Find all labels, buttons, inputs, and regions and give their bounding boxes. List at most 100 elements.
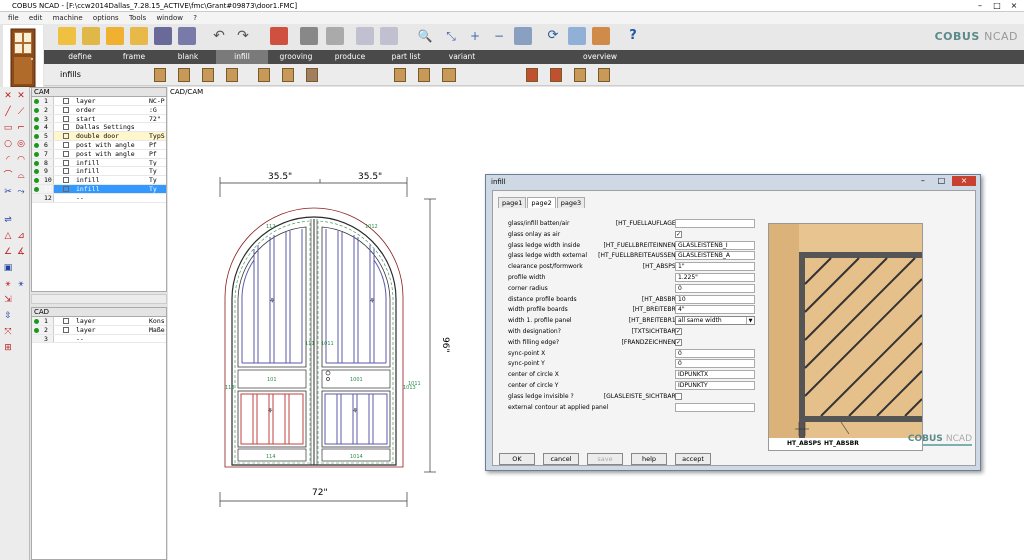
help-button[interactable]: help	[631, 453, 667, 465]
minimize-button[interactable]: –	[972, 0, 988, 11]
zoom-in-icon[interactable]: +	[466, 27, 484, 45]
measure-icon[interactable]: △	[3, 231, 13, 241]
infill-vertical2-icon[interactable]	[178, 68, 190, 82]
cam-tree-row[interactable]: 10 infill Ty	[32, 176, 166, 185]
infill-frame-icon[interactable]	[574, 68, 586, 82]
status-dot-icon[interactable]	[34, 160, 39, 166]
ok-button[interactable]: OK	[499, 453, 535, 465]
cam-tree-row[interactable]: 7 post with angle Pf	[32, 149, 166, 159]
cad-tree-row[interactable]: 2 layer Maße	[32, 325, 166, 335]
cam-tree-row[interactable]: 4 Dallas Settings	[32, 123, 166, 133]
node-icon[interactable]: ⚹	[3, 279, 13, 289]
save-icon[interactable]	[154, 27, 172, 45]
menu-file[interactable]: file	[8, 12, 19, 24]
angle2-icon[interactable]: ∡	[16, 247, 26, 257]
tools-icon[interactable]	[270, 27, 288, 45]
status-dot-icon[interactable]	[34, 186, 39, 192]
cam-scrollbar[interactable]	[31, 294, 167, 304]
folder-edit-icon[interactable]	[130, 27, 148, 45]
cancel-button[interactable]: cancel	[543, 453, 579, 465]
infill-stack-icon[interactable]	[442, 68, 456, 82]
status-dot-icon[interactable]	[34, 142, 39, 148]
rotate-left-icon[interactable]	[356, 27, 374, 45]
node2-icon[interactable]: ⚹	[16, 279, 26, 289]
scale-icon[interactable]: ⇲	[3, 295, 13, 305]
menu-help[interactable]: ?	[193, 12, 197, 24]
circle-center-icon[interactable]: ◎	[16, 139, 26, 149]
tab-part-list[interactable]: part list	[378, 50, 434, 64]
field-checkbox[interactable]: ✓	[675, 338, 682, 346]
help-icon[interactable]: ?	[624, 27, 642, 45]
line-icon[interactable]: ╱	[3, 107, 13, 117]
infill-numbered-icon[interactable]	[282, 68, 294, 82]
menu-tools[interactable]: Tools	[129, 12, 146, 24]
status-dot-icon[interactable]	[34, 107, 39, 113]
angle-icon[interactable]: ∠	[3, 247, 13, 257]
cam-tree-row[interactable]: 12 --	[32, 193, 166, 203]
field-checkbox[interactable]: ✓	[675, 327, 682, 335]
field-input[interactable]: 4"	[675, 305, 755, 315]
tab-produce[interactable]: produce	[324, 50, 376, 64]
field-input[interactable]: 1"	[675, 262, 755, 272]
cam-tree-row[interactable]: 11 infill Ty	[32, 184, 166, 194]
folder-star-icon[interactable]	[106, 27, 124, 45]
field-input[interactable]: GLASLEISTENB_I	[675, 240, 755, 250]
cam-tree-row[interactable]: 8 infill Ty	[32, 158, 166, 168]
array-icon[interactable]: ⊞	[3, 343, 13, 353]
infill-vertical-icon[interactable]	[154, 68, 166, 82]
circle-icon[interactable]: ○	[3, 139, 13, 149]
open-folder-icon[interactable]	[58, 27, 76, 45]
field-checkbox[interactable]	[675, 392, 682, 400]
tab-define[interactable]: define	[54, 50, 106, 64]
fillet-icon[interactable]: ⌒	[3, 171, 13, 181]
menu-edit[interactable]: edit	[29, 12, 42, 24]
status-dot-icon[interactable]	[34, 327, 39, 333]
cam-tree-row[interactable]: 5 double door TypS	[32, 132, 166, 141]
save-button[interactable]: save	[587, 453, 623, 465]
delete-icon[interactable]: ✕	[3, 91, 13, 101]
transform-icon[interactable]: ⤧	[3, 327, 13, 337]
field-input[interactable]: 0	[675, 359, 755, 369]
infill-measure-icon[interactable]	[306, 68, 318, 82]
tab-page2[interactable]: page2	[527, 197, 556, 208]
field-input[interactable]: 0	[675, 283, 755, 293]
status-dot-icon[interactable]	[34, 116, 39, 122]
mirror-icon[interactable]: ⇌	[3, 215, 13, 225]
field-input[interactable]: 10	[675, 294, 755, 304]
cad-tree-row[interactable]: 3 --	[32, 334, 166, 344]
field-input[interactable]	[675, 402, 755, 412]
menu-window[interactable]: window	[156, 12, 183, 24]
field-input[interactable]: 0	[675, 348, 755, 358]
offset-icon[interactable]: ⌐	[16, 123, 26, 133]
eraser-icon[interactable]	[568, 27, 586, 45]
status-dot-icon[interactable]	[34, 151, 39, 157]
redo-icon[interactable]: ↷	[234, 27, 252, 45]
zoom-icon[interactable]: 🔍	[416, 27, 434, 45]
cam-tree-row[interactable]: 6 post with angle Pf	[32, 140, 166, 150]
infill-panel2-icon[interactable]	[418, 68, 430, 82]
extend-icon[interactable]: ⤳	[16, 187, 26, 197]
close-button[interactable]: ×	[1006, 0, 1022, 11]
tab-overview[interactable]: overview	[574, 50, 626, 64]
dialog-maximize-button[interactable]: □	[933, 176, 949, 186]
snap-icon[interactable]: ▣	[3, 263, 13, 273]
cam-tree-row[interactable]: 2 order:G	[32, 105, 166, 115]
tab-variant[interactable]: variant	[436, 50, 488, 64]
dialog-minimize-button[interactable]: –	[915, 176, 931, 186]
infill-diagonal2-icon[interactable]	[226, 68, 238, 82]
preview-icon[interactable]	[326, 27, 344, 45]
field-input[interactable]: GLASLEISTENB_A	[675, 251, 755, 261]
field-input[interactable]: IDPUNKTX	[675, 370, 755, 380]
field-select[interactable]: all same width ▼	[675, 316, 755, 326]
chamfer-icon[interactable]: ⌓	[16, 171, 26, 181]
delete-all-icon[interactable]: ✕	[16, 91, 26, 101]
tab-grooving[interactable]: grooving	[270, 50, 322, 64]
polyline-icon[interactable]: ⟋	[16, 107, 26, 117]
refresh-icon[interactable]: ⟳	[544, 27, 562, 45]
cam-tree-row[interactable]: 1 layer NC-P	[32, 97, 166, 106]
rectangle-icon[interactable]: ▭	[3, 123, 13, 133]
zoom-all-icon[interactable]	[514, 27, 532, 45]
zoom-window-icon[interactable]: ⤡	[442, 27, 460, 45]
menu-machine[interactable]: machine	[53, 12, 83, 24]
infill-diagonal-icon[interactable]	[202, 68, 214, 82]
